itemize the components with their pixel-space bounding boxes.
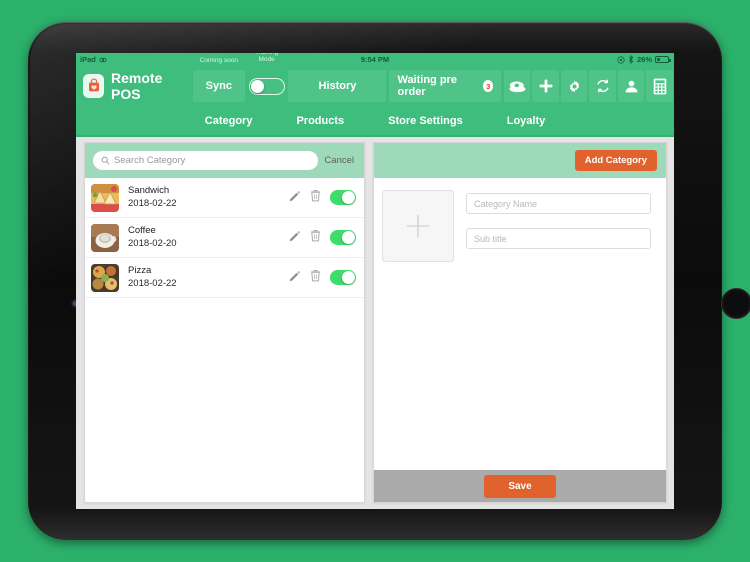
battery-percent-label: 26%: [636, 55, 652, 64]
sync-button-label: Sync: [205, 80, 232, 92]
app-brand: Remote POS: [76, 66, 191, 106]
waiting-pre-order-button[interactable]: Waiting pre order 3: [389, 70, 502, 102]
status-bar-time: 9:54 PM: [360, 55, 390, 64]
training-mode-toggle[interactable]: Training Mode: [246, 53, 287, 106]
history-button-label: History: [318, 80, 357, 92]
status-bar-right: 26%: [617, 53, 671, 66]
row-text: Pizza 2018-02-22: [128, 265, 280, 290]
search-input[interactable]: Search Category: [93, 151, 319, 170]
category-form: [374, 178, 666, 470]
app-header-bar: Remote POS Coming soon Sync Training Mod…: [76, 53, 674, 106]
pencil-icon[interactable]: [289, 229, 301, 247]
tab-products[interactable]: Products: [296, 115, 344, 127]
plus-icon[interactable]: [532, 70, 559, 102]
tab-store-settings[interactable]: Store Settings: [388, 115, 463, 127]
app-title: Remote POS: [111, 70, 163, 102]
bluetooth-icon: [628, 55, 634, 64]
enable-toggle[interactable]: [330, 270, 356, 285]
row-actions: [289, 229, 356, 247]
row-title: Pizza: [128, 264, 152, 276]
row-title: Sandwich: [128, 184, 170, 196]
training-mode-switch-knob: [250, 79, 264, 93]
history-button[interactable]: History: [288, 70, 387, 102]
form-fields: [466, 190, 651, 470]
training-mode-label: Training Mode: [255, 53, 278, 63]
row-text: Sandwich 2018-02-22: [128, 185, 280, 210]
ios-status-bar: iPad 9:54 PM 26%: [76, 53, 674, 66]
sub-title-field[interactable]: [466, 228, 651, 249]
refresh-icon[interactable]: [589, 70, 616, 102]
content-area: Search Category Cancel Sandwich 2018-02-…: [76, 137, 674, 509]
location-icon: [617, 55, 625, 64]
pencil-icon[interactable]: [289, 269, 301, 287]
calculator-icon[interactable]: [646, 70, 673, 102]
row-date: 2018-02-22: [128, 197, 177, 209]
battery-icon: [655, 56, 671, 63]
table-row[interactable]: Sandwich 2018-02-22: [85, 178, 364, 218]
row-date: 2018-02-20: [128, 237, 177, 249]
sync-overlabel: Coming soon: [199, 57, 238, 64]
tab-category[interactable]: Category: [205, 115, 253, 127]
sync-button[interactable]: Coming soon Sync: [192, 57, 245, 102]
row-title: Coffee: [128, 224, 156, 236]
category-form-panel: Add Category Save: [373, 142, 667, 503]
trash-icon[interactable]: [310, 189, 321, 207]
pre-order-count-badge: 3: [482, 80, 494, 92]
save-button[interactable]: Save: [484, 474, 556, 498]
coffee-photo: [91, 223, 119, 252]
row-text: Coffee 2018-02-20: [128, 225, 280, 250]
pencil-icon[interactable]: [289, 189, 301, 207]
waiting-pre-order-label: Waiting pre order: [397, 74, 457, 98]
category-list-panel: Search Category Cancel Sandwich 2018-02-…: [84, 142, 365, 503]
search-icon: [101, 156, 110, 165]
row-date: 2018-02-22: [128, 277, 177, 289]
enable-toggle[interactable]: [330, 190, 356, 205]
sandwich-photo: [91, 183, 119, 212]
add-category-button[interactable]: Add Category: [574, 150, 657, 171]
home-button[interactable]: [721, 288, 750, 319]
row-actions: [289, 189, 356, 207]
search-placeholder: Search Category: [114, 155, 186, 166]
plus-icon: [406, 214, 430, 238]
category-list: Sandwich 2018-02-22 Coffee 2018-02-20 Pi…: [85, 178, 364, 502]
trash-icon[interactable]: [310, 269, 321, 287]
cash-icon[interactable]: [503, 70, 531, 102]
table-row[interactable]: Pizza 2018-02-22: [85, 258, 364, 298]
form-header-bar: Add Category: [374, 143, 666, 178]
table-row[interactable]: Coffee 2018-02-20: [85, 218, 364, 258]
search-bar: Search Category Cancel: [85, 143, 364, 178]
person-icon[interactable]: [617, 70, 645, 102]
main-nav-tabs: Category Products Store Settings Loyalty: [76, 106, 674, 137]
enable-toggle[interactable]: [330, 230, 356, 245]
category-name-field[interactable]: [466, 193, 651, 214]
gear-icon[interactable]: [560, 70, 588, 102]
form-footer-bar: Save: [374, 470, 666, 502]
shopping-bag-icon: [83, 74, 105, 98]
search-cancel-button[interactable]: Cancel: [324, 155, 356, 166]
app-screen: iPad 9:54 PM 26% Remote POS Coming soon …: [76, 53, 674, 509]
pizza-photo: [91, 263, 119, 292]
training-mode-switch-track[interactable]: [248, 77, 285, 95]
image-upload-button[interactable]: [382, 190, 454, 262]
row-actions: [289, 269, 356, 287]
trash-icon[interactable]: [310, 229, 321, 247]
tab-loyalty[interactable]: Loyalty: [507, 115, 546, 127]
